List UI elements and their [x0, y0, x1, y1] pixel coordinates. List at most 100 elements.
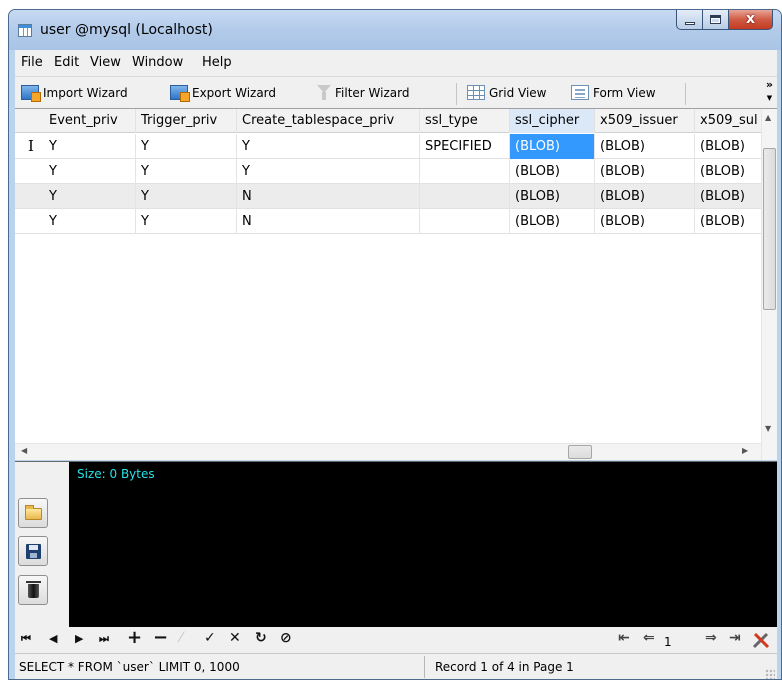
blob-size-text: Size: 0 Bytes — [77, 467, 155, 481]
scroll-left-arrow-icon[interactable]: ◀ — [21, 446, 27, 455]
blob-toolbar — [15, 462, 69, 627]
toolbar-overflow-button[interactable]: » ▼ — [765, 78, 773, 103]
export-wizard-label: Export Wizard — [192, 85, 277, 100]
apply-changes-icon[interactable]: ✓ — [204, 630, 216, 646]
grid-header: Event_priv Trigger_priv Create_tablespac… — [15, 109, 765, 133]
table-cell[interactable]: (BLOB) — [695, 184, 765, 209]
table-cell[interactable]: (BLOB) — [510, 159, 595, 184]
form-view-label: Form View — [593, 85, 656, 100]
table-cell[interactable]: Y — [237, 159, 420, 184]
title-bar[interactable]: user @mysql (Localhost) x — [9, 10, 781, 50]
table-cell[interactable]: Y — [237, 134, 420, 159]
page-number-input[interactable]: 1 — [664, 635, 672, 649]
table-cell[interactable]: (BLOB) — [595, 134, 695, 159]
edit-record-icon[interactable]: ⁄ — [180, 630, 182, 646]
table-cell[interactable] — [420, 159, 510, 184]
table-cell[interactable]: (BLOB) — [695, 209, 765, 234]
refresh-icon[interactable]: ↻ — [255, 630, 267, 646]
close-button[interactable]: x — [729, 10, 773, 30]
table-cell[interactable]: SPECIFIED — [420, 134, 510, 159]
first-record-icon[interactable]: ⏮ — [21, 632, 31, 646]
table-cell[interactable]: (BLOB) — [695, 134, 765, 159]
filter-wizard-label: Filter Wizard — [335, 86, 410, 100]
tools-icon[interactable] — [751, 630, 771, 650]
table-cell-focused[interactable]: (BLOB) — [510, 134, 595, 159]
form-view-button[interactable]: Form View — [571, 85, 656, 100]
maximize-icon — [710, 15, 721, 24]
table-row[interactable]: I Y Y Y SPECIFIED (BLOB) (BLOB) (BLOB) — [15, 134, 765, 159]
data-grid[interactable]: Event_priv Trigger_priv Create_tablespac… — [15, 108, 777, 460]
table-cell[interactable]: (BLOB) — [595, 209, 695, 234]
scroll-up-arrow-icon[interactable]: ▲ — [765, 113, 771, 122]
grid-view-icon — [467, 85, 485, 100]
table-cell[interactable] — [420, 209, 510, 234]
table-cell[interactable]: N — [237, 209, 420, 234]
menu-file[interactable]: File — [21, 55, 43, 70]
last-page-icon[interactable]: ⇥ — [729, 630, 741, 646]
grid-view-button[interactable]: Grid View — [467, 85, 546, 100]
previous-record-icon[interactable]: ◀ — [49, 632, 57, 645]
column-header[interactable]: x509_issuer — [595, 109, 695, 133]
column-header[interactable]: Event_priv — [44, 109, 136, 133]
scroll-down-arrow-icon[interactable]: ▼ — [765, 424, 771, 433]
overflow-chevron-icon: » — [765, 78, 773, 91]
column-header[interactable]: x509_sul — [695, 109, 765, 133]
resize-grip-icon[interactable] — [765, 669, 775, 679]
table-row[interactable]: Y Y N (BLOB) (BLOB) (BLOB) — [15, 209, 765, 234]
import-wizard-label: Import Wizard — [43, 85, 128, 100]
table-cell[interactable]: Y — [136, 134, 237, 159]
table-cell[interactable]: N — [237, 184, 420, 209]
table-cell[interactable]: Y — [44, 134, 136, 159]
vertical-scroll-thumb[interactable] — [763, 148, 776, 310]
export-wizard-button[interactable]: Export Wizard — [170, 85, 277, 102]
table-cell[interactable]: (BLOB) — [510, 209, 595, 234]
table-cell[interactable]: (BLOB) — [595, 184, 695, 209]
menu-help[interactable]: Help — [202, 55, 232, 70]
table-cell[interactable]: (BLOB) — [510, 184, 595, 209]
table-row[interactable]: Y Y Y (BLOB) (BLOB) (BLOB) — [15, 159, 765, 184]
grid-view-label: Grid View — [489, 85, 547, 100]
save-icon — [26, 544, 41, 559]
column-header[interactable]: Trigger_priv — [136, 109, 237, 133]
discard-changes-icon[interactable]: ✕ — [229, 630, 241, 646]
trash-icon — [26, 581, 41, 598]
table-cell[interactable]: Y — [136, 209, 237, 234]
last-record-icon[interactable]: ⏭ — [99, 632, 109, 646]
clear-blob-button[interactable] — [18, 575, 48, 605]
table-cell[interactable]: Y — [44, 209, 136, 234]
table-cell[interactable]: (BLOB) — [695, 159, 765, 184]
next-record-icon[interactable]: ▶ — [75, 632, 83, 645]
scroll-right-arrow-icon[interactable]: ▶ — [742, 446, 748, 455]
vertical-scrollbar[interactable]: ▲ ▼ — [761, 109, 777, 460]
delete-record-icon[interactable]: − — [153, 627, 168, 648]
stop-icon[interactable]: ⊘ — [280, 630, 292, 646]
toolbar: Import Wizard Export Wizard Filter Wizar… — [15, 76, 777, 108]
table-cell[interactable]: Y — [44, 184, 136, 209]
next-page-icon[interactable]: ⇒ — [705, 630, 717, 646]
load-file-button[interactable] — [18, 498, 48, 528]
import-wizard-icon — [21, 85, 41, 102]
previous-page-icon[interactable]: ⇐ — [643, 630, 655, 646]
table-cell[interactable]: Y — [44, 159, 136, 184]
maximize-button[interactable] — [703, 10, 729, 30]
app-window: user @mysql (Localhost) x File Edit View… — [8, 9, 782, 680]
menu-view[interactable]: View — [90, 55, 121, 70]
column-header[interactable]: ssl_type — [420, 109, 510, 133]
horizontal-scroll-thumb[interactable] — [568, 445, 592, 459]
horizontal-scrollbar[interactable]: ◀ ▶ — [15, 443, 761, 460]
filter-wizard-button[interactable]: Filter Wizard — [317, 85, 409, 101]
table-row[interactable]: Y Y N (BLOB) (BLOB) (BLOB) — [15, 184, 765, 209]
save-to-file-button[interactable] — [18, 536, 48, 566]
first-page-icon[interactable]: ⇤ — [618, 630, 630, 646]
add-record-icon[interactable]: + — [127, 627, 142, 648]
table-cell[interactable]: Y — [136, 159, 237, 184]
menu-window[interactable]: Window — [132, 55, 183, 70]
table-cell[interactable] — [420, 184, 510, 209]
menu-edit[interactable]: Edit — [54, 55, 79, 70]
column-header[interactable]: Create_tablespace_priv — [237, 109, 420, 133]
minimize-button[interactable] — [676, 10, 703, 30]
table-cell[interactable]: Y — [136, 184, 237, 209]
import-wizard-button[interactable]: Import Wizard — [21, 85, 128, 102]
table-cell[interactable]: (BLOB) — [595, 159, 695, 184]
column-header-selected[interactable]: ssl_cipher — [510, 109, 595, 133]
